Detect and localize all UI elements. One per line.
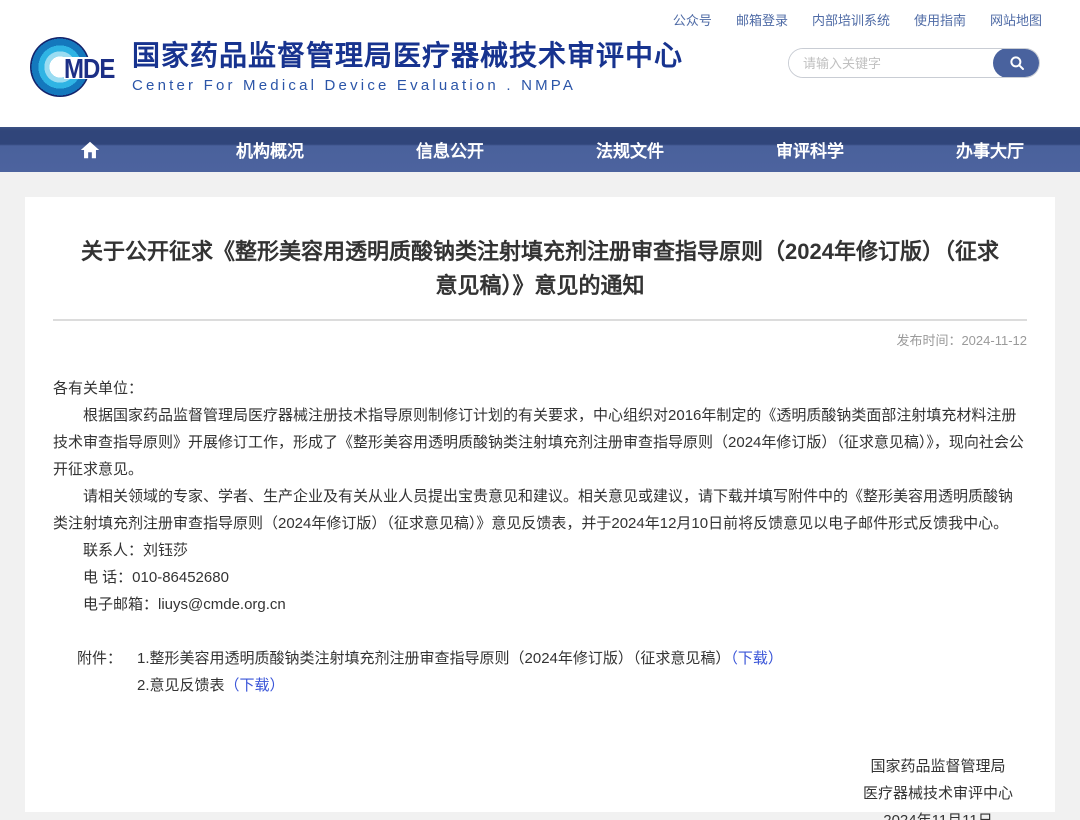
main-area: 关于公开征求《整形美容用透明质酸钠类注射填充剂注册审查指导原则（2024年修订版… [0, 172, 1080, 812]
topbar-link-sitemap[interactable]: 网站地图 [990, 10, 1042, 29]
main-nav: 机构概况 信息公开 法规文件 审评科学 办事大厅 [0, 127, 1080, 172]
topbar-link-wechat[interactable]: 公众号 [673, 10, 712, 29]
attachment-row: 附件： 1.整形美容用透明质酸钠类注射填充剂注册审查指导原则（2024年修订版）… [53, 645, 1027, 672]
article-body: 各有关单位： 根据国家药品监督管理局医疗器械注册技术指导原则制修订计划的有关要求… [53, 375, 1027, 820]
attachment-2: 2.意见反馈表（下载） [137, 672, 1027, 699]
publish-time: 发布时间：2024-11-12 [53, 330, 1027, 349]
topbar-link-guide[interactable]: 使用指南 [914, 10, 966, 29]
signature-org-2: 医疗器械技术审评中心 [863, 780, 1013, 807]
contact-email: 电子邮箱：liuys@cmde.org.cn [53, 591, 1027, 618]
page-title: 关于公开征求《整形美容用透明质酸钠类注射填充剂注册审查指导原则（2024年修订版… [53, 235, 1027, 303]
nav-item-science[interactable]: 审评科学 [720, 127, 900, 172]
attachment-2-title: 2.意见反馈表 [137, 677, 225, 694]
home-icon [79, 139, 101, 161]
nav-item-services[interactable]: 办事大厅 [900, 127, 1080, 172]
paragraph-2: 请相关领域的专家、学者、生产企业及有关从业人员提出宝贵意见和建议。相关意见或建议… [53, 483, 1027, 537]
topbar-link-training[interactable]: 内部培训系统 [812, 10, 890, 29]
nav-item-about[interactable]: 机构概况 [180, 127, 360, 172]
search-box [788, 48, 1040, 78]
title-divider [53, 319, 1027, 321]
attachments-label-spacer [77, 672, 137, 699]
nav-item-info[interactable]: 信息公开 [360, 127, 540, 172]
signature-date: 2024年11月11日 [863, 807, 1013, 820]
cmde-logo-icon: MDE [30, 36, 118, 98]
article-card: 关于公开征求《整形美容用透明质酸钠类注射填充剂注册审查指导原则（2024年修订版… [25, 197, 1055, 812]
signature-org-1: 国家药品监督管理局 [863, 753, 1013, 780]
salutation: 各有关单位： [53, 375, 1027, 402]
attachment-row: 2.意见反馈表（下载） [53, 672, 1027, 699]
signature-block: 国家药品监督管理局 医疗器械技术审评中心 2024年11月11日 [53, 753, 1027, 820]
attachments-label: 附件： [77, 645, 137, 672]
contact-phone: 电 话：010-86452680 [53, 564, 1027, 591]
nav-home[interactable] [0, 127, 180, 172]
site-brand[interactable]: MDE 国家药品监督管理局医疗器械技术审评中心 Center For Medic… [30, 36, 683, 98]
search-icon [1008, 54, 1026, 72]
search-input[interactable] [789, 49, 993, 77]
brand-text: 国家药品监督管理局医疗器械技术审评中心 Center For Medical D… [132, 40, 683, 94]
org-name-en: Center For Medical Device Evaluation . N… [132, 77, 683, 94]
attachments-section: 附件： 1.整形美容用透明质酸钠类注射填充剂注册审查指导原则（2024年修订版）… [53, 645, 1027, 699]
org-name-zh: 国家药品监督管理局医疗器械技术审评中心 [132, 40, 683, 72]
topbar-links: 公众号 邮箱登录 内部培训系统 使用指南 网站地图 [673, 10, 1042, 29]
attachment-2-download-link[interactable]: （下载） [225, 677, 285, 694]
attachment-1: 1.整形美容用透明质酸钠类注射填充剂注册审查指导原则（2024年修订版）（征求意… [137, 645, 1027, 672]
paragraph-1: 根据国家药品监督管理局医疗器械注册技术指导原则制修订计划的有关要求，中心组织对2… [53, 402, 1027, 483]
signature-inner: 国家药品监督管理局 医疗器械技术审评中心 2024年11月11日 [863, 753, 1013, 820]
topbar-link-mail[interactable]: 邮箱登录 [736, 10, 788, 29]
attachment-1-title: 1.整形美容用透明质酸钠类注射填充剂注册审查指导原则（2024年修订版）（征求意… [137, 650, 730, 667]
nav-item-laws[interactable]: 法规文件 [540, 127, 720, 172]
search-button[interactable] [993, 48, 1040, 78]
site-header: 公众号 邮箱登录 内部培训系统 使用指南 网站地图 MDE 国家药品监督管理局医… [0, 0, 1080, 127]
contact-person: 联系人：刘钰莎 [53, 537, 1027, 564]
attachment-1-download-link[interactable]: （下载） [730, 650, 783, 667]
logo-acronym: MDE [64, 54, 114, 86]
